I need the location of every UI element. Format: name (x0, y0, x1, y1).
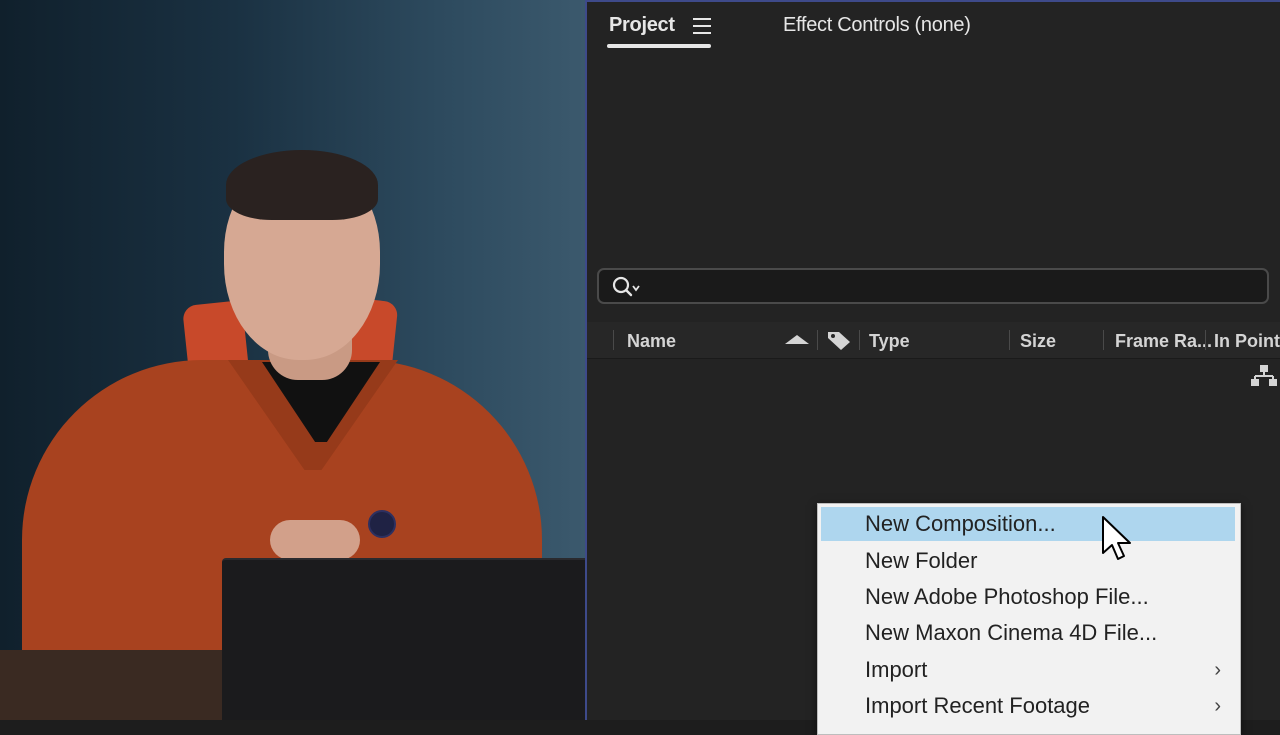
menu-item-new-photoshop-file[interactable]: New Adobe Photoshop File... (821, 580, 1235, 614)
submenu-arrow-icon: › (1214, 695, 1221, 717)
menu-item-new-cinema4d-file[interactable]: New Maxon Cinema 4D File... (821, 616, 1235, 650)
tab-project[interactable]: Project (609, 14, 675, 37)
menu-item-label: New Adobe Photoshop File... (865, 584, 1149, 609)
column-header-row: Name Type Size Frame Ra... In Point (587, 322, 1280, 359)
menu-item-import-recent-footage[interactable]: Import Recent Footage › (821, 689, 1235, 723)
sort-ascending-icon[interactable] (785, 335, 809, 344)
laptop (222, 558, 585, 720)
menu-item-new-composition[interactable]: New Composition... (821, 507, 1235, 541)
menu-item-label: Import (865, 657, 928, 682)
search-input[interactable] (597, 268, 1269, 304)
menu-item-label: New Composition... (865, 511, 1056, 536)
presenter-hands (270, 520, 360, 560)
column-separator (1103, 330, 1104, 350)
menu-item-label: New Maxon Cinema 4D File... (865, 620, 1158, 645)
active-tab-indicator (607, 44, 711, 48)
context-menu: New Composition... New Folder New Adobe … (817, 503, 1241, 735)
column-name[interactable]: Name (627, 331, 676, 352)
menu-item-new-folder[interactable]: New Folder (821, 544, 1235, 578)
submenu-arrow-icon: › (1214, 659, 1221, 681)
flowchart-icon[interactable] (1251, 364, 1277, 388)
panel-menu-icon[interactable] (693, 18, 711, 34)
column-separator (859, 330, 860, 350)
sweater-pin (368, 510, 396, 538)
column-separator (817, 330, 818, 350)
column-frame-rate[interactable]: Frame Ra... (1115, 331, 1212, 352)
column-size[interactable]: Size (1020, 331, 1056, 352)
column-in-point[interactable]: In Point (1214, 331, 1280, 352)
menu-item-import[interactable]: Import › (821, 653, 1235, 687)
presenter-hair (226, 150, 378, 220)
menu-item-label: Import Recent Footage (865, 693, 1091, 718)
menu-item-label: New Folder (865, 548, 978, 573)
tab-effect-controls[interactable]: Effect Controls (none) (783, 14, 971, 37)
column-separator (613, 330, 614, 350)
label-tag-icon[interactable] (825, 328, 853, 352)
mouse-cursor-icon (1102, 516, 1131, 560)
presenter-webcam (0, 0, 585, 720)
column-separator (1205, 330, 1206, 350)
column-type[interactable]: Type (869, 331, 910, 352)
search-icon[interactable] (611, 275, 645, 299)
column-separator (1009, 330, 1010, 350)
